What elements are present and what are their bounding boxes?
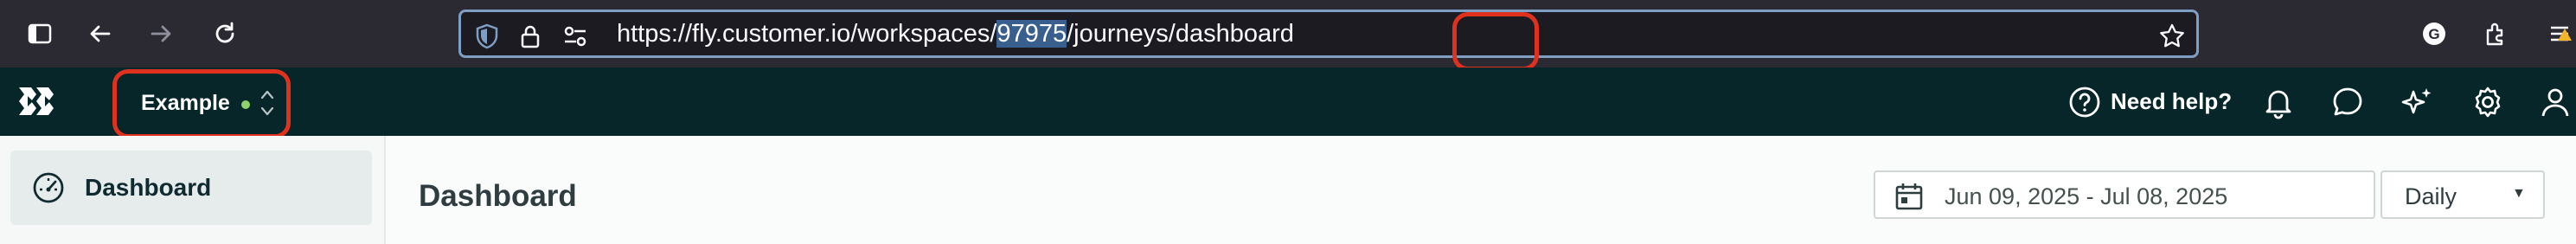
workspace-status-dot [241,100,250,109]
profile-icon[interactable]: G [2417,16,2451,51]
app-nav-bar: Example Need help? [0,67,2576,138]
shield-icon[interactable] [473,22,501,50]
help-circle-icon[interactable] [2067,85,2102,119]
browser-toolbar: https://fly.customer.io/workspaces/97975… [0,0,2576,71]
address-bar[interactable]: https://fly.customer.io/workspaces/97975… [458,10,2199,71]
customerio-logo-icon[interactable] [17,84,55,119]
interval-value: Daily [2405,183,2457,209]
date-range-value: Jun 09, 2025 - Jul 08, 2025 [1945,183,2228,209]
permissions-icon[interactable] [561,22,589,50]
calendar-icon [1895,183,1923,210]
bookmark-star-icon[interactable] [2158,22,2186,50]
lock-icon[interactable] [516,22,544,50]
need-help-link[interactable]: Need help? [2111,88,2232,115]
menu-warning-icon[interactable] [2543,16,2576,51]
main-content: Dashboard Jun 09, 2025 - Jul 08, 2025 Da… [388,136,2576,244]
caret-down-icon: ▼ [2512,186,2526,201]
url-prefix: https://fly.customer.io/workspaces/ [617,20,997,48]
url-selected-id: 97975 [996,20,1067,48]
gear-icon[interactable] [2470,85,2505,119]
extensions-icon[interactable] [2477,16,2512,51]
profile-initial: G [2428,26,2439,42]
sidebar-item-label: Dashboard [85,174,212,201]
reload-icon[interactable] [208,16,242,51]
user-account-icon[interactable] [2538,85,2573,119]
sidebar-toggle-icon[interactable] [22,16,57,51]
interval-select[interactable]: Daily ▼ [2381,170,2545,219]
sparkles-icon[interactable] [2400,85,2434,119]
workspace-switcher[interactable]: Example [112,69,291,138]
workspace-name: Example [141,91,230,115]
url-annotation-highlight [1452,12,1539,71]
sidebar-item-dashboard[interactable]: Dashboard [10,151,372,225]
sidebar: Dashboard [0,136,386,244]
bell-icon[interactable] [2261,85,2296,119]
url-suffix: /journeys/dashboard [1067,20,1294,48]
gauge-icon [33,172,64,203]
date-range-picker[interactable]: Jun 09, 2025 - Jul 08, 2025 [1874,170,2375,219]
url-text[interactable]: https://fly.customer.io/workspaces/97975… [617,12,1294,55]
page-title: Dashboard [419,179,577,213]
chat-bubble-icon[interactable] [2330,85,2365,119]
updown-chevron-icon [260,90,274,116]
back-arrow-icon[interactable] [83,16,118,51]
forward-arrow-icon[interactable] [144,16,178,51]
